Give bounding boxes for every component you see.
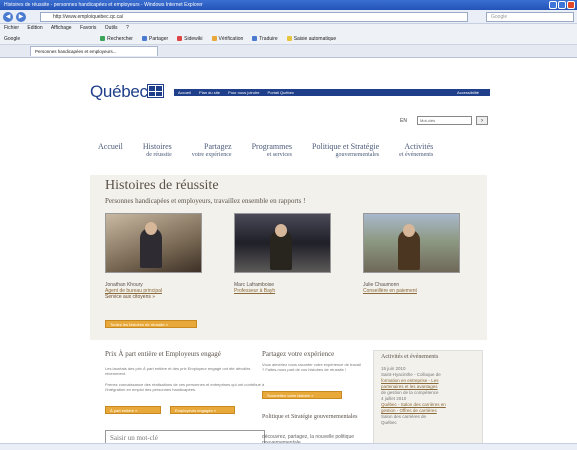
nav-success-stories[interactable]: Histoires de réussite bbox=[143, 143, 172, 159]
autofill-icon bbox=[286, 36, 292, 41]
menu-item-edit[interactable]: Edition bbox=[27, 25, 42, 31]
events-list: 15 juin 2010 Saint-Hyacinthe - Colloque … bbox=[381, 366, 477, 426]
hero-subtitle: Personnes handicapées et employeurs, tra… bbox=[105, 197, 306, 205]
close-button[interactable] bbox=[567, 1, 575, 9]
story-link-3[interactable]: Conseillère en paiement bbox=[363, 288, 417, 294]
share-title: Partagez votre expérience bbox=[262, 350, 335, 358]
story-caption-2: Marc Laframboise Professeur à Bayh bbox=[234, 282, 275, 294]
person-head-1 bbox=[145, 222, 157, 235]
toolbar-search[interactable]: Rechercher bbox=[100, 36, 133, 42]
browser-search-input[interactable]: Google bbox=[486, 12, 574, 22]
top-navigation: Accueil Plan du site Pour nous joindre P… bbox=[174, 89, 490, 96]
nav-policy-label: Politique et Stratégie bbox=[312, 142, 380, 151]
translate-icon bbox=[252, 36, 258, 41]
story-role-1[interactable]: Service aux citoyens » bbox=[105, 294, 155, 300]
toolbar-search-label: Rechercher bbox=[107, 35, 133, 42]
nav-programs-sub: et services bbox=[266, 152, 293, 158]
hero-title: Histoires de réussite bbox=[105, 178, 219, 193]
awards-title: Prix À part entière et Employeurs engagé bbox=[105, 350, 221, 358]
topnav-accessibility[interactable]: Accessibilité bbox=[457, 89, 479, 96]
nav-events-sub: et événements bbox=[399, 152, 434, 158]
submit-story-button[interactable]: Soumettez votre histoire » bbox=[262, 391, 342, 399]
toolbar-share[interactable]: Partager bbox=[141, 35, 169, 42]
menu-item-help[interactable]: ? bbox=[126, 25, 129, 31]
full-participation-button[interactable]: À part entière » bbox=[105, 406, 161, 414]
nav-share-label: Partagez bbox=[204, 142, 232, 151]
toolbar-check-label: Vérification bbox=[218, 35, 244, 42]
nav-home[interactable]: Accueil bbox=[98, 143, 123, 159]
site-search-input[interactable]: Mot-clés bbox=[417, 116, 472, 125]
check-icon bbox=[211, 36, 217, 41]
share-icon bbox=[141, 36, 147, 41]
topnav-home[interactable]: Accueil bbox=[178, 90, 191, 95]
site-search-button[interactable]: › bbox=[476, 116, 488, 125]
engaged-employers-button[interactable]: Employeurs engagés » bbox=[170, 406, 235, 414]
search-icon bbox=[100, 36, 106, 41]
toolbar-autofill-label: Saisie automatique bbox=[293, 35, 337, 42]
topnav-sitemap[interactable]: Plan du site bbox=[199, 90, 220, 95]
nav-share-sub: votre expérience bbox=[191, 152, 232, 158]
story-caption-3: Julie Chaumonn Conseillère en paiement bbox=[363, 282, 417, 294]
person-head-2 bbox=[275, 224, 287, 237]
event-link-2a[interactable]: Québec - Salon des carrières en bbox=[381, 402, 446, 407]
menu-item-tools[interactable]: Outils bbox=[105, 25, 118, 31]
menu-item-file[interactable]: Fichier bbox=[4, 25, 19, 31]
story-link-2[interactable]: Professeur à Bayh bbox=[234, 288, 275, 294]
nav-programs[interactable]: Programmes et services bbox=[252, 143, 292, 159]
person-head-3 bbox=[403, 224, 415, 237]
nav-home-label: Accueil bbox=[98, 142, 123, 151]
event-line-2d: Québec bbox=[381, 420, 397, 425]
toolbar-sidewiki[interactable]: Sidewiki bbox=[177, 35, 203, 42]
nav-programs-label: Programmes bbox=[251, 142, 293, 151]
window-title: Histoires de réussite - personnes handic… bbox=[4, 2, 203, 8]
address-input[interactable]: http://www.emploiquebec.qc.ca/ bbox=[40, 12, 468, 22]
event-link-1a[interactable]: formation en entreprise - Les bbox=[381, 378, 439, 383]
nav-events-label: Activités bbox=[404, 142, 434, 151]
toolbar-sidewiki-label: Sidewiki bbox=[184, 35, 203, 42]
main-navigation: Accueil Histoires de réussite Partagez vot… bbox=[98, 143, 453, 159]
window-title-bar: Histoires de réussite - personnes handic… bbox=[0, 0, 577, 10]
nav-stories-label: Histoires bbox=[142, 142, 172, 151]
forward-icon[interactable]: ▶ bbox=[16, 11, 26, 22]
menu-bar: Fichier Edition Affichage Favoris Outils… bbox=[0, 24, 577, 33]
window-controls bbox=[549, 1, 575, 9]
event-link-2b[interactable]: gestion - Offres de carrières bbox=[381, 408, 437, 413]
all-stories-button[interactable]: Toutes les histoires de réussite » bbox=[105, 320, 197, 328]
quebec-flag-icon bbox=[147, 84, 164, 98]
minimize-button[interactable] bbox=[549, 1, 557, 9]
policy-title[interactable]: Politique et Stratégie gouvernementales bbox=[262, 414, 362, 421]
browser-tab[interactable]: Personnes handicapées et employeurs... bbox=[30, 46, 158, 56]
toolbar-translate-label: Traduire bbox=[259, 35, 278, 42]
menu-item-favorites[interactable]: Favoris bbox=[80, 25, 96, 31]
awards-text-2: Prenez connaissance des réalisations de … bbox=[105, 382, 265, 392]
menu-item-view[interactable]: Affichage bbox=[51, 25, 72, 31]
nav-policy[interactable]: Politique et Stratégie gouvernementales bbox=[312, 143, 379, 159]
topnav-portal[interactable]: Portail Québec bbox=[268, 90, 294, 95]
nav-share[interactable]: Partagez votre expérience bbox=[192, 143, 232, 159]
topnav-contact[interactable]: Pour nous joindre bbox=[228, 90, 259, 95]
status-bar bbox=[0, 443, 577, 450]
quebec-logo[interactable]: Québec bbox=[90, 82, 148, 102]
toolbar-check[interactable]: Vérification bbox=[211, 35, 244, 42]
google-label: Google bbox=[4, 35, 21, 42]
toolbar-share-label: Partager bbox=[148, 35, 169, 42]
awards-text-1: Les lauréats des prix À part entière et … bbox=[105, 366, 251, 376]
nav-policy-sub: gouvernementales bbox=[335, 152, 380, 158]
toolbar-autofill[interactable]: Saisie automatique bbox=[286, 35, 337, 42]
nav-stories-sub: de réussite bbox=[146, 152, 172, 158]
language-link[interactable]: EN bbox=[400, 118, 407, 124]
tab-bar: Personnes handicapées et employeurs... bbox=[0, 45, 577, 58]
story-caption-1: Jonathan Khoury Agent de bureau principa… bbox=[105, 282, 162, 300]
sidewiki-icon bbox=[177, 36, 183, 41]
maximize-button[interactable] bbox=[558, 1, 566, 9]
back-icon[interactable]: ◀ bbox=[3, 11, 13, 22]
events-title: Activités et événements bbox=[381, 354, 439, 360]
google-toolbar: Google Rechercher Partager Sidewiki Véri… bbox=[0, 33, 577, 45]
event-link-1b[interactable]: partenaires et les avantages bbox=[381, 384, 438, 389]
toolbar-translate[interactable]: Traduire bbox=[252, 35, 278, 42]
nav-events[interactable]: Activités et événements bbox=[399, 143, 433, 159]
share-text: Vous aimeriez nous raconter votre expéri… bbox=[262, 362, 361, 372]
